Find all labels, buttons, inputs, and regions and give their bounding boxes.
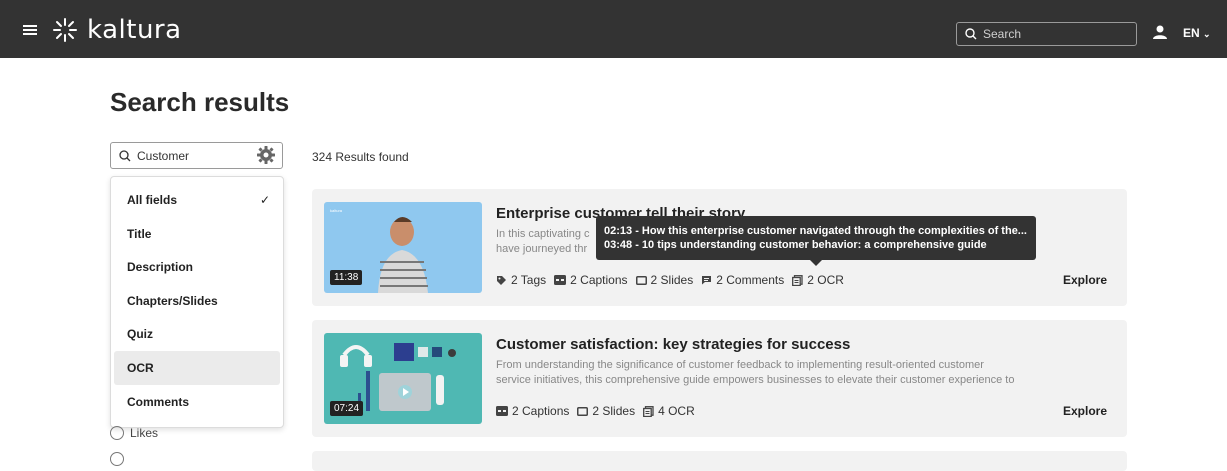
filter-radio[interactable] [110, 452, 124, 466]
slides-count[interactable]: 2 Slides [635, 273, 694, 287]
user-icon[interactable] [1152, 25, 1168, 39]
global-search-input[interactable]: Search [956, 22, 1137, 46]
logo-text: kaltura [87, 15, 182, 45]
result-meta: 2 Tags 2 Captions 2 Slides 2 Comments 2 … [496, 273, 852, 287]
tags-count[interactable]: 2 Tags [496, 273, 546, 287]
captions-icon [554, 275, 567, 285]
result-meta: 2 Captions 2 Slides 4 OCR [496, 404, 703, 418]
dropdown-item-label: Description [127, 260, 194, 275]
hamburger-icon[interactable] [23, 25, 37, 35]
ocr-label: 4 OCR [658, 404, 695, 418]
dropdown-item-chapters-slides[interactable]: Chapters/Slides [114, 284, 280, 318]
slides-count[interactable]: 2 Slides [577, 404, 635, 418]
slides-label: 2 Slides [650, 273, 694, 287]
explore-button[interactable]: Explore [1063, 404, 1107, 418]
dropdown-item-label: Title [127, 226, 152, 241]
dropdown-item-all-fields[interactable]: All fields ✓ [114, 183, 280, 217]
likes-radio[interactable] [110, 426, 124, 440]
page-title: Search results [110, 87, 290, 117]
description-line-2: service initiatives, this comprehensive … [496, 374, 1015, 386]
result-card[interactable] [312, 451, 1127, 471]
ocr-count[interactable]: 4 OCR [643, 404, 695, 418]
dropdown-item-description[interactable]: Description [114, 250, 280, 284]
result-description: From understanding the significance of c… [496, 358, 1056, 388]
language-selector[interactable]: EN ⌄ [1183, 26, 1211, 40]
dropdown-item-label: Chapters/Slides [127, 293, 218, 308]
dropdown-item-label: Quiz [127, 327, 153, 342]
dropdown-item-label: All fields [127, 193, 178, 207]
ocr-icon [643, 405, 654, 417]
captions-label: 2 Captions [570, 273, 628, 287]
explore-button[interactable]: Explore [1063, 273, 1107, 287]
video-duration: 11:38 [330, 270, 363, 285]
comments-count[interactable]: 2 Comments [701, 273, 784, 287]
search-field-dropdown: All fields ✓ Title Description Chapters/S… [110, 176, 284, 428]
result-title[interactable]: Customer satisfaction: key strategies fo… [496, 336, 850, 353]
filter-search-value: Customer [137, 148, 190, 163]
tooltip-arrow [810, 260, 822, 266]
ocr-label: 2 OCR [807, 273, 844, 287]
slides-label: 2 Slides [592, 404, 636, 418]
checkmark-icon: ✓ [259, 193, 270, 207]
description-line-1: From understanding the significance of c… [496, 359, 984, 371]
captions-icon [496, 406, 508, 416]
kaltura-logo[interactable]: kaltura [53, 15, 182, 45]
dropdown-item-quiz[interactable]: Quiz [114, 317, 280, 351]
tag-icon [497, 275, 506, 285]
ocr-tooltip: 02:13 - How this enterprise customer nav… [596, 216, 1036, 260]
likes-filter[interactable]: Likes [110, 426, 158, 440]
dropdown-item-comments[interactable]: Comments [114, 385, 280, 419]
video-thumbnail[interactable]: kaltura 11:38 [324, 202, 482, 293]
search-icon [119, 149, 131, 161]
language-label: EN [1183, 26, 1200, 40]
results-count: 324 Results found [312, 150, 409, 164]
likes-label: Likes [130, 426, 159, 440]
svg-text:kaltura: kaltura [330, 208, 343, 213]
captions-count[interactable]: 2 Captions [496, 404, 569, 418]
search-icon [965, 28, 977, 40]
captions-count[interactable]: 2 Captions [554, 273, 628, 287]
comment-icon [702, 276, 712, 285]
video-duration: 07:24 [330, 401, 364, 416]
dropdown-item-label: Comments [127, 394, 190, 409]
comments-label: 2 Comments [716, 273, 785, 287]
slides-icon [577, 406, 589, 416]
result-card[interactable]: 07:24 Customer satisfaction: key strateg… [312, 320, 1127, 437]
dropdown-item-title[interactable]: Title [114, 217, 280, 251]
top-navigation-bar: kaltura Search EN ⌄ [0, 0, 1227, 58]
video-thumbnail[interactable]: 07:24 [324, 333, 482, 424]
captions-label: 2 Captions [512, 404, 570, 418]
dropdown-item-label: OCR [127, 360, 154, 375]
tags-label: 2 Tags [511, 273, 547, 287]
tooltip-line-2: 03:48 - 10 tips understanding customer b… [604, 239, 987, 251]
chevron-down-icon: ⌄ [1203, 29, 1211, 39]
kaltura-logo-icon [53, 18, 77, 42]
gear-icon[interactable] [256, 145, 276, 165]
ocr-count[interactable]: 2 OCR [792, 273, 844, 287]
global-search-placeholder: Search [983, 27, 1022, 41]
slides-icon [635, 275, 647, 285]
description-line-1: In this captivating c [496, 228, 590, 240]
dropdown-item-ocr[interactable]: OCR [114, 350, 280, 385]
tooltip-line-1: 02:13 - How this enterprise customer nav… [604, 225, 1027, 237]
ocr-icon [792, 274, 803, 286]
